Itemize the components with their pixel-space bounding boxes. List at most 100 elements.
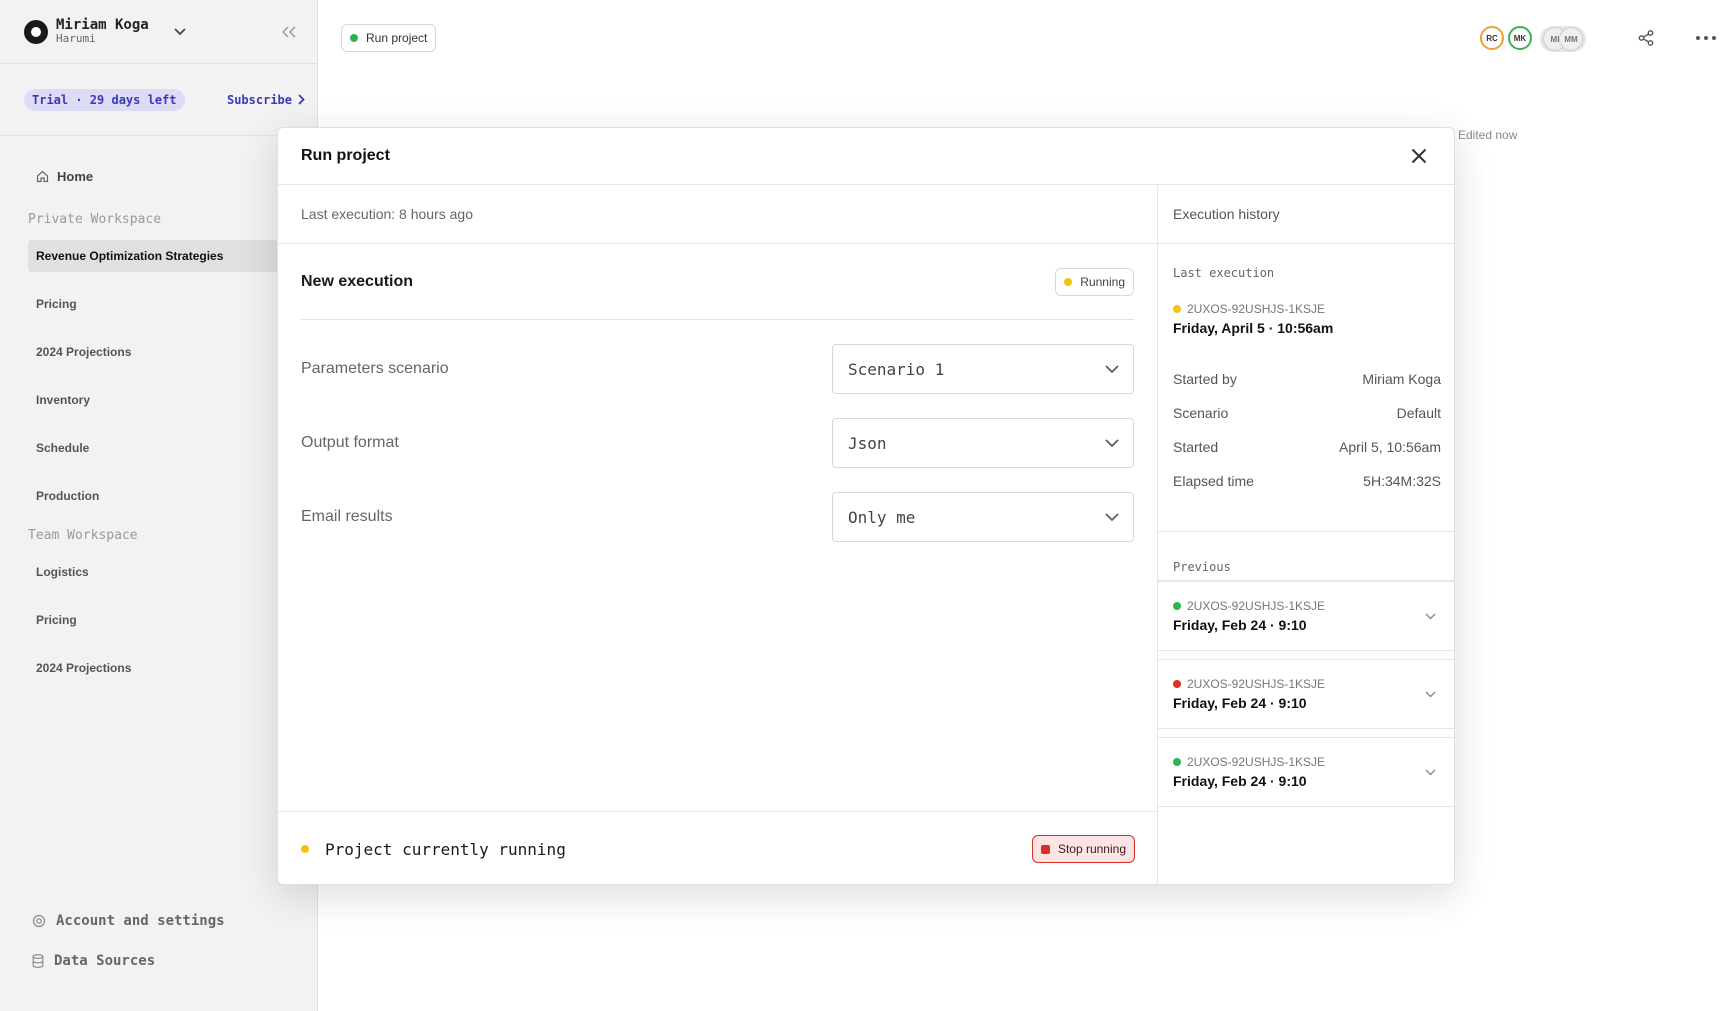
edited-status: Edited now — [1458, 128, 1518, 142]
execution-id-text: 2UXOS-92USHJS-1KSJE — [1187, 302, 1326, 316]
execution-history-pane: Execution history Last execution 2UXOS-9… — [1158, 185, 1454, 884]
output-format-select[interactable]: Json — [832, 418, 1134, 468]
account-settings-label: Account and settings — [56, 913, 225, 929]
status-dot — [1173, 680, 1181, 688]
data-sources-label: Data Sources — [54, 953, 156, 969]
private-workspace-heading: Private Workspace — [28, 212, 162, 227]
parameters-scenario-select[interactable]: Scenario 1 — [832, 344, 1134, 394]
previous-execution-item[interactable]: 2UXOS-92USHJS-1KSJE Friday, Feb 24 · 9:1… — [1158, 737, 1454, 807]
execution-date: Friday, Feb 24 · 9:10 — [1173, 695, 1307, 711]
stop-running-button[interactable]: Stop running — [1031, 835, 1135, 863]
detail-value: 5H:34M:32S — [1363, 473, 1441, 489]
output-format-row: Output format Json — [301, 406, 1134, 480]
status-dot — [1064, 277, 1073, 286]
detail-key: Started by — [1173, 371, 1237, 387]
execution-date: Friday, Feb 24 · 9:10 — [1173, 617, 1307, 633]
execution-date: Friday, Feb 24 · 9:10 — [1173, 773, 1307, 789]
subscribe-link[interactable]: Subscribe — [227, 93, 305, 107]
run-project-label: Run project — [366, 31, 428, 45]
execution-id: 2UXOS-92USHJS-1KSJE — [1158, 755, 1325, 769]
sidebar-item-production[interactable]: Production — [28, 480, 318, 512]
data-sources-link[interactable]: Data Sources — [32, 941, 225, 981]
avatar[interactable]: MK — [1508, 26, 1532, 50]
execution-id-text: 2UXOS-92USHJS-1KSJE — [1187, 599, 1326, 613]
user-subtitle: Harumi — [56, 32, 96, 46]
gear-icon — [32, 914, 46, 928]
last-execution-text: Last execution: 8 hours ago — [278, 185, 1157, 244]
chevron-right-icon — [298, 94, 305, 105]
detail-value: April 5, 10:56am — [1339, 439, 1441, 455]
avatar[interactable]: RC — [1480, 26, 1504, 50]
home-icon — [36, 170, 49, 182]
previous-heading-row: Previous — [1158, 532, 1454, 581]
previous-execution-text: 2UXOS-92USHJS-1KSJE Friday, Feb 24 · 9:1… — [1158, 677, 1325, 711]
status-dot — [301, 845, 309, 853]
email-results-label: Email results — [301, 508, 393, 525]
previous-execution-item[interactable]: 2UXOS-92USHJS-1KSJE Friday, Feb 24 · 9:1… — [1158, 581, 1454, 651]
account-settings-link[interactable]: Account and settings — [32, 901, 225, 941]
sidebar-item-home[interactable]: Home — [28, 162, 318, 190]
detail-key: Elapsed time — [1173, 473, 1254, 489]
email-results-select[interactable]: Only me — [832, 492, 1134, 542]
user-name: Miriam Koga — [56, 17, 149, 34]
output-format-label: Output format — [301, 434, 399, 451]
run-project-modal: Run project Last execution: 8 hours ago … — [277, 127, 1455, 885]
execution-id: 2UXOS-92USHJS-1KSJE — [1158, 677, 1325, 691]
subscribe-label: Subscribe — [226, 92, 292, 107]
execution-history-title: Execution history — [1158, 185, 1454, 244]
execution-id-text: 2UXOS-92USHJS-1KSJE — [1187, 677, 1326, 691]
collapse-sidebar-icon[interactable] — [281, 24, 297, 40]
collaborator-avatars: RC MK MI MM — [1480, 26, 1586, 52]
running-label: Running — [1080, 274, 1125, 289]
select-value: Json — [848, 433, 887, 453]
share-icon[interactable] — [1636, 28, 1656, 48]
last-execution-label: Last execution — [1173, 266, 1275, 280]
run-project-chip[interactable]: Run project — [341, 24, 437, 52]
stop-running-label: Stop running — [1057, 842, 1126, 856]
sidebar-item-team-pricing[interactable]: Pricing — [28, 604, 318, 636]
email-results-row: Email results Only me — [301, 480, 1134, 554]
new-execution-pane: Last execution: 8 hours ago New executio… — [278, 185, 1158, 884]
new-execution-title: New execution — [301, 272, 414, 290]
chevron-down-icon[interactable] — [1425, 607, 1436, 625]
status-dot — [1173, 758, 1181, 766]
detail-value: Miriam Koga — [1362, 371, 1441, 387]
sidebar-item-schedule[interactable]: Schedule — [28, 432, 318, 464]
last-execution-block: Last execution 2UXOS-92USHJS-1KSJE Frida… — [1158, 244, 1454, 532]
sidebar-item-revenue-optimization[interactable]: Revenue Optimization Strategies — [28, 240, 318, 272]
sidebar-item-label: Home — [57, 168, 94, 184]
avatar: MM — [1559, 27, 1583, 51]
previous-execution-text: 2UXOS-92USHJS-1KSJE Friday, Feb 24 · 9:1… — [1158, 599, 1325, 633]
modal-footer: Project currently running Stop running — [278, 811, 1158, 884]
chevron-down-icon — [1105, 513, 1119, 521]
user-switcher[interactable]: Miriam Koga Harumi — [0, 0, 317, 64]
detail-row: Elapsed time 5H:34M:32S — [1158, 464, 1454, 498]
previous-execution-text: 2UXOS-92USHJS-1KSJE Friday, Feb 24 · 9:1… — [1158, 755, 1325, 789]
chevron-down-icon[interactable] — [1425, 685, 1436, 703]
previous-label: Previous — [1173, 560, 1231, 574]
execution-id-text: 2UXOS-92USHJS-1KSJE — [1187, 755, 1326, 769]
avatar-group[interactable]: MI MM — [1540, 26, 1586, 52]
chevron-down-icon[interactable] — [173, 25, 187, 39]
detail-key: Scenario — [1173, 405, 1229, 421]
sidebar-item-inventory[interactable]: Inventory — [28, 384, 318, 416]
previous-execution-item[interactable]: 2UXOS-92USHJS-1KSJE Friday, Feb 24 · 9:1… — [1158, 659, 1454, 729]
more-icon[interactable] — [1694, 28, 1718, 48]
detail-key: Started — [1173, 439, 1219, 455]
chevron-down-icon[interactable] — [1425, 763, 1436, 781]
project-running-status: Project currently running — [325, 839, 566, 859]
sidebar-item-logistics[interactable]: Logistics — [28, 556, 318, 588]
sidebar-item-2024-projections[interactable]: 2024 Projections — [28, 336, 318, 368]
detail-row: Scenario Default — [1158, 396, 1454, 430]
user-names: Miriam Koga Harumi — [56, 18, 149, 44]
execution-date: Friday, April 5 · 10:56am — [1173, 320, 1334, 336]
sidebar-item-team-2024-projections[interactable]: 2024 Projections — [28, 652, 318, 684]
status-dot — [1173, 602, 1181, 610]
sidebar: Miriam Koga Harumi Trial · 29 days left … — [0, 0, 318, 1011]
select-value: Scenario 1 — [848, 359, 945, 379]
close-icon[interactable] — [1408, 145, 1430, 167]
execution-id: 2UXOS-92USHJS-1KSJE — [1158, 302, 1454, 316]
sidebar-item-pricing[interactable]: Pricing — [28, 288, 318, 320]
parameters-scenario-row: Parameters scenario Scenario 1 — [301, 332, 1134, 406]
modal-header: Run project — [278, 128, 1454, 185]
